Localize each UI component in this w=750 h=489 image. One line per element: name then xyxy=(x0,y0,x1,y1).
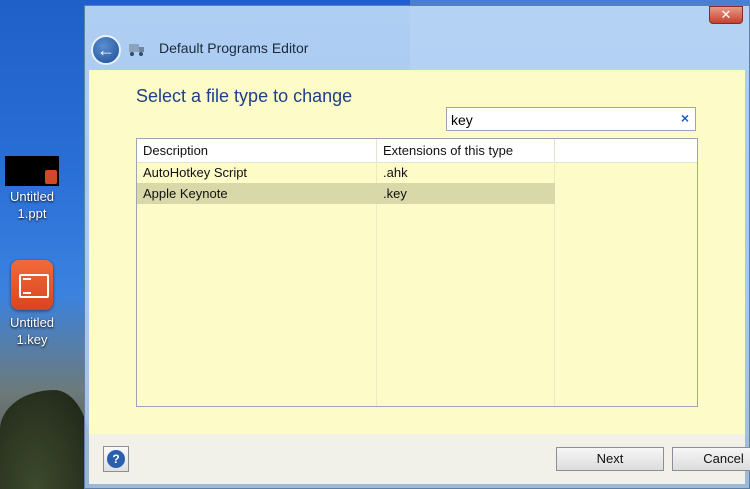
cancel-button[interactable]: Cancel xyxy=(672,447,750,471)
search-input[interactable]: key × xyxy=(446,107,696,131)
dialog-footer: ? Next Cancel xyxy=(89,434,750,484)
desktop-icon-key[interactable]: Untitled 1.key xyxy=(2,260,62,348)
desktop-icon-label: Untitled xyxy=(9,315,55,330)
help-button[interactable]: ? xyxy=(103,446,129,472)
back-arrow-icon: ← xyxy=(97,39,115,60)
next-button[interactable]: Next xyxy=(556,447,664,471)
content-area: Select a file type to change key × Descr… xyxy=(89,70,745,434)
window-title: Default Programs Editor xyxy=(159,40,309,56)
help-icon: ? xyxy=(107,450,125,468)
column-header-description[interactable]: Description xyxy=(137,139,377,162)
page-heading: Select a file type to change xyxy=(136,86,353,106)
desktop-icon-label: 1.key xyxy=(16,332,48,347)
column-header-extensions[interactable]: Extensions of this type xyxy=(377,139,555,162)
list-row-selected[interactable]: Apple Keynote .key xyxy=(137,183,555,204)
column-header-empty xyxy=(555,139,697,162)
row-description: AutoHotkey Script xyxy=(143,165,248,180)
title-bar: ← Default Programs Editor ✕ xyxy=(85,6,749,70)
default-programs-editor-dialog: ← Default Programs Editor ✕ Select a fil… xyxy=(84,5,750,489)
desktop-hill xyxy=(0,390,90,489)
file-type-list[interactable]: Description Extensions of this type Auto… xyxy=(136,138,698,407)
row-description: Apple Keynote xyxy=(143,186,228,201)
search-value: key xyxy=(451,112,473,128)
close-button[interactable]: ✕ xyxy=(709,6,743,24)
list-row[interactable]: AutoHotkey Script .ahk xyxy=(137,162,555,183)
row-extension: .key xyxy=(383,186,407,201)
app-truck-icon xyxy=(129,42,145,56)
clear-search-icon[interactable]: × xyxy=(681,110,689,126)
back-button[interactable]: ← xyxy=(91,35,121,65)
desktop-icon-label: Untitled xyxy=(9,189,55,204)
row-extension: .ahk xyxy=(383,165,408,180)
close-icon: ✕ xyxy=(720,7,732,22)
desktop-icon-ppt[interactable]: Untitled 1.ppt xyxy=(2,156,62,222)
list-header: Description Extensions of this type xyxy=(137,139,697,163)
ppt-file-icon xyxy=(5,156,59,186)
desktop-icon-label: 1.ppt xyxy=(17,206,47,221)
keynote-file-icon xyxy=(11,260,53,310)
